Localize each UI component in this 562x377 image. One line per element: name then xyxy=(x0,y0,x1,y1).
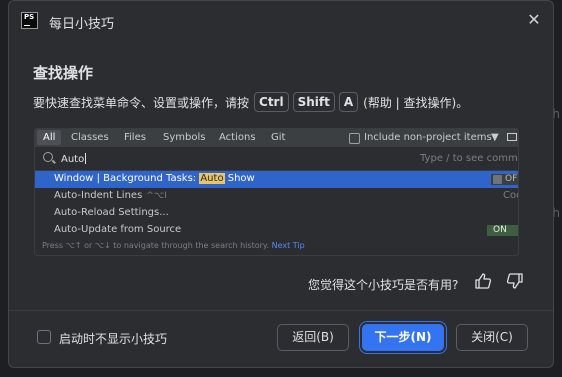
close-button[interactable]: 关闭(C) xyxy=(456,324,528,351)
footer-divider xyxy=(9,310,553,311)
tip-text-after: (帮助 | 查找操作)。 xyxy=(363,95,469,110)
dialog-title: 每日小技巧 xyxy=(49,17,115,32)
tab-symbols: Symbols xyxy=(163,132,206,143)
result-row: Auto-Update from Source ON xyxy=(35,222,518,239)
title-bar: PS 每日小技巧 ✕ xyxy=(9,1,553,41)
key-shift: Shift xyxy=(292,92,335,112)
search-value: Auto xyxy=(61,153,87,165)
search-icon xyxy=(43,152,53,162)
result-row: Auto-Indent Lines^⌥I Code xyxy=(54,190,518,201)
search-row: Auto Type / to see command xyxy=(35,148,518,171)
tab-files: Files xyxy=(124,132,146,143)
thumbs-down-icon[interactable] xyxy=(505,272,525,292)
result-row: Auto-Reload Settings... xyxy=(54,207,169,218)
include-non-project-label: Include non-project items xyxy=(364,132,492,143)
next-tip-link: Next Tip xyxy=(271,241,305,250)
dont-show-label: 启动时不显示小技巧 xyxy=(59,332,168,346)
toggle-off: OFF xyxy=(491,174,518,185)
thumbs-up-icon[interactable] xyxy=(473,272,493,292)
tab-actions: Actions xyxy=(219,132,256,143)
next-button[interactable]: 下一步(N) xyxy=(362,324,444,351)
tip-illustration: All Classes Files Symbols Actions Git In… xyxy=(34,128,519,256)
search-status-line: Press ⌥↑ or ⌥↓ to navigate through the s… xyxy=(42,241,305,250)
dont-show-checkbox[interactable] xyxy=(37,330,51,344)
close-icon[interactable]: ✕ xyxy=(525,11,543,29)
back-button[interactable]: 返回(B) xyxy=(277,324,349,351)
app-icon: PS xyxy=(21,12,38,29)
tab-classes: Classes xyxy=(71,132,109,143)
search-everywhere-tabs: All Classes Files Symbols Actions Git In… xyxy=(35,129,518,148)
search-hint: Type / to see command xyxy=(420,153,518,164)
include-non-project-checkbox xyxy=(349,133,360,144)
tip-heading: 查找操作 xyxy=(33,64,94,82)
match-highlight: Auto xyxy=(199,173,225,184)
toggle-on: ON xyxy=(487,225,518,236)
key-a: A xyxy=(338,92,359,112)
tab-all: All xyxy=(37,130,62,145)
filter-icon: ▼ xyxy=(491,132,499,143)
tip-text-before: 要快速查找菜单命令、设置或操作，请按 xyxy=(33,95,250,110)
result-row: Window | Background Tasks: Auto Show OFF xyxy=(35,171,518,188)
tip-of-the-day-dialog: PS 每日小技巧 ✕ 查找操作 要快速查找菜单命令、设置或操作，请按 Ctrl … xyxy=(8,0,554,368)
feedback-question: 您觉得这个小技巧是否有用? xyxy=(308,278,459,292)
window-icon xyxy=(507,133,517,141)
tip-description: 要快速查找菜单命令、设置或操作，请按 Ctrl Shift A (帮助 | 查找… xyxy=(33,92,468,112)
key-ctrl: Ctrl xyxy=(254,92,289,112)
tab-git: Git xyxy=(271,132,286,143)
